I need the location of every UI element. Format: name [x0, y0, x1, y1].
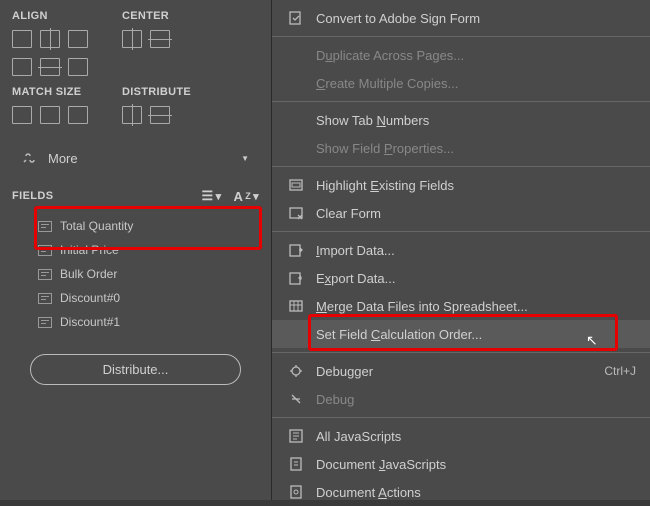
- distribute-button[interactable]: Distribute...: [30, 354, 241, 385]
- menu-separator: [272, 231, 650, 232]
- menu-item-show-tab-numbers[interactable]: Show Tab Numbers: [272, 106, 650, 134]
- menu-label: Export Data...: [316, 271, 636, 286]
- blank-icon: [286, 112, 306, 128]
- field-item[interactable]: Discount#1: [12, 310, 259, 334]
- match-width-icon[interactable]: [12, 106, 32, 124]
- align-label: ALIGN: [12, 10, 122, 22]
- blank-icon: [286, 47, 306, 63]
- menu-separator: [272, 36, 650, 37]
- menu-label: Document Actions: [316, 485, 636, 500]
- menu-item-set-field-calculation-order[interactable]: Set Field Calculation Order...: [272, 320, 650, 348]
- textfield-icon: [38, 245, 52, 256]
- distribute-row: [122, 106, 232, 124]
- field-item[interactable]: Total Quantity: [12, 214, 259, 238]
- menu-label: Merge Data Files into Spreadsheet...: [316, 299, 636, 314]
- menu-separator: [272, 166, 650, 167]
- align-vcenter-icon[interactable]: [40, 58, 60, 76]
- menu-separator: [272, 417, 650, 418]
- menu-label: Duplicate Across Pages...: [316, 48, 636, 63]
- context-menu: Convert to Adobe Sign Form Duplicate Acro…: [272, 0, 650, 500]
- menu-shortcut: Ctrl+J: [604, 364, 636, 378]
- field-item[interactable]: Bulk Order: [12, 262, 259, 286]
- align-left-icon[interactable]: [12, 30, 32, 48]
- blank-icon: [286, 326, 306, 342]
- highlight-icon: [286, 177, 306, 193]
- menu-label: All JavaScripts: [316, 429, 636, 444]
- textfield-icon: [38, 221, 52, 232]
- docjs-icon: [286, 456, 306, 472]
- menu-item-import-data[interactable]: Import Data...: [272, 236, 650, 264]
- menu-separator: [272, 101, 650, 102]
- menu-label: Show Field Properties...: [316, 141, 636, 156]
- align-top-icon[interactable]: [12, 58, 32, 76]
- menu-item-clear-form[interactable]: Clear Form: [272, 199, 650, 227]
- debugger-icon: [286, 363, 306, 379]
- menu-label: Import Data...: [316, 243, 636, 258]
- menu-label: Create Multiple Copies...: [316, 76, 636, 91]
- menu-item-show-field-properties: Show Field Properties...: [272, 134, 650, 162]
- blank-icon: [286, 75, 306, 91]
- actions-icon: [286, 484, 306, 500]
- distribute-h-icon[interactable]: [122, 106, 142, 124]
- more-label: More: [48, 151, 241, 166]
- export-icon: [286, 270, 306, 286]
- menu-item-all-javascripts[interactable]: All JavaScripts: [272, 422, 650, 450]
- menu-item-document-actions[interactable]: Document Actions: [272, 478, 650, 506]
- menu-item-duplicate-across-pages: Duplicate Across Pages...: [272, 41, 650, 69]
- fields-header: FIELDS: [12, 190, 190, 202]
- align-row2: [12, 58, 122, 76]
- wrench-icon: [22, 150, 38, 166]
- textfield-icon: [38, 269, 52, 280]
- field-item[interactable]: Discount#0: [12, 286, 259, 310]
- fields-list: Total Quantity Initial Price Bulk Order …: [12, 214, 259, 334]
- menu-item-debugger[interactable]: DebuggerCtrl+J: [272, 357, 650, 385]
- merge-icon: [286, 298, 306, 314]
- blank-icon: [286, 140, 306, 156]
- menu-item-highlight-existing-fields[interactable]: Highlight Existing Fields: [272, 171, 650, 199]
- menu-item-merge-data-files-into-spreadsheet[interactable]: Merge Data Files into Spreadsheet...: [272, 292, 650, 320]
- matchsize-row: [12, 106, 122, 124]
- center-v-icon[interactable]: [150, 30, 170, 48]
- align-right-icon[interactable]: [68, 30, 88, 48]
- more-dropdown[interactable]: More ▼: [12, 142, 259, 174]
- field-item[interactable]: Initial Price: [12, 238, 259, 262]
- menu-label: Highlight Existing Fields: [316, 178, 636, 193]
- menu-item-debug: Debug: [272, 385, 650, 413]
- debug-icon: [286, 391, 306, 407]
- clear-icon: [286, 205, 306, 221]
- center-h-icon[interactable]: [122, 30, 142, 48]
- menu-label: Set Field Calculation Order...: [316, 327, 636, 342]
- distribute-label: DISTRIBUTE: [122, 86, 191, 98]
- menu-label: Convert to Adobe Sign Form: [316, 11, 636, 26]
- menu-label: Document JavaScripts: [316, 457, 636, 472]
- left-panel: ALIGN CENTER MATCH SIZE DISTRIBUTE: [0, 0, 272, 500]
- menu-item-document-javascripts[interactable]: Document JavaScripts: [272, 450, 650, 478]
- menu-label: Debug: [316, 392, 636, 407]
- textfield-icon: [38, 317, 52, 328]
- center-label: CENTER: [122, 10, 169, 22]
- menu-separator: [272, 352, 650, 353]
- center-row: [122, 30, 232, 48]
- chevron-down-icon: ▼: [241, 154, 249, 163]
- menu-label: Clear Form: [316, 206, 636, 221]
- matchsize-label: MATCH SIZE: [12, 86, 122, 98]
- menu-label: Show Tab Numbers: [316, 113, 636, 128]
- sort-alpha-icon[interactable]: AZ▾: [233, 189, 259, 204]
- align-row1: [12, 30, 122, 48]
- match-height-icon[interactable]: [40, 106, 60, 124]
- align-bottom-icon[interactable]: [68, 58, 88, 76]
- menu-item-convert-to-adobe-sign-form[interactable]: Convert to Adobe Sign Form: [272, 4, 650, 32]
- import-icon: [286, 242, 306, 258]
- distribute-v-icon[interactable]: [150, 106, 170, 124]
- menu-item-export-data[interactable]: Export Data...: [272, 264, 650, 292]
- align-hcenter-icon[interactable]: [40, 30, 60, 48]
- js-icon: [286, 428, 306, 444]
- menu-label: Debugger: [316, 364, 604, 379]
- textfield-icon: [38, 293, 52, 304]
- menu-item-create-multiple-copies: Create Multiple Copies...: [272, 69, 650, 97]
- convert-icon: [286, 10, 306, 26]
- match-both-icon[interactable]: [68, 106, 88, 124]
- sort-order-icon[interactable]: ☰▾: [202, 188, 222, 204]
